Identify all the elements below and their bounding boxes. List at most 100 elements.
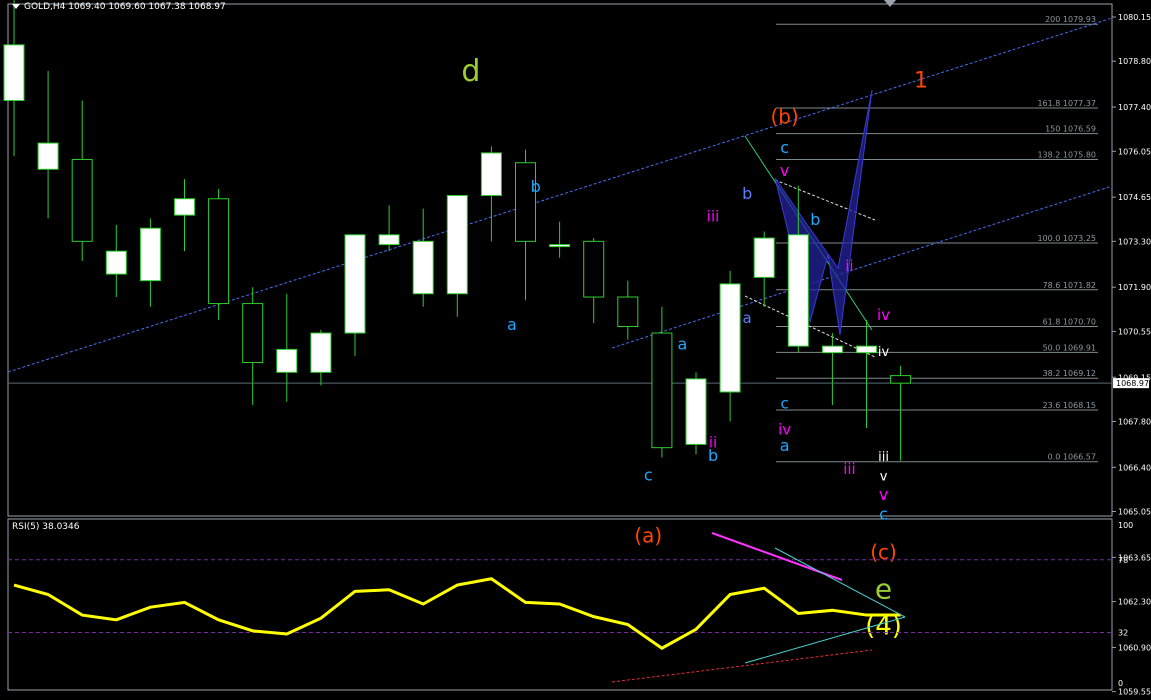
rsi-value: 38.0346 — [42, 522, 80, 532]
candle-bullish — [412, 240, 434, 295]
candle-bullish — [105, 250, 127, 275]
candle-bullish — [821, 345, 843, 354]
chart-canvas: 1080.15 1078.80 1077.40 1076.05 1074.65 1073.… — [3, 0, 1151, 697]
rsi-support-line — [611, 649, 873, 683]
wave-label: iii — [707, 208, 720, 226]
wave-label: a — [677, 334, 687, 353]
wave-label: (b) — [771, 104, 799, 128]
candle-bearish — [242, 303, 264, 364]
wave-label: (a) — [634, 524, 662, 548]
rsi-tick-label: 100 — [1118, 521, 1133, 530]
candle-bearish — [515, 162, 536, 242]
wave-label: b — [708, 446, 718, 465]
fib-level-label: 61.8 1070.70 — [1043, 317, 1096, 326]
candle-bullish — [753, 237, 775, 278]
close-value: 1068.97 — [188, 2, 226, 12]
candle-bearish — [71, 158, 93, 242]
wave-label: c — [781, 394, 789, 412]
price-tick-label: 1066.40 — [1118, 463, 1151, 472]
fib-level-label: 200 1079.93 — [1045, 15, 1096, 24]
price-tick-label: 1065.05 — [1118, 508, 1151, 517]
candle-bullish — [549, 244, 571, 248]
wave-label: iv — [878, 345, 890, 360]
candle-bullish — [3, 44, 25, 102]
candle-bullish — [480, 152, 502, 196]
wave-label: v — [780, 161, 789, 180]
wave-label: iv — [877, 306, 890, 324]
candle-bullish — [719, 283, 741, 393]
wave-label: v — [880, 469, 888, 484]
candle-bearish — [583, 240, 605, 298]
wave-label: b — [742, 184, 752, 203]
price-tick-label: 1067.80 — [1118, 417, 1151, 426]
lower-channel-line — [611, 185, 1113, 349]
price-tick-label: 1076.05 — [1118, 147, 1151, 156]
candle-bullish — [446, 194, 468, 295]
candle-bullish — [856, 345, 877, 354]
fib-level-label: 23.6 1068.15 — [1043, 401, 1096, 410]
price-tick-label: 1060.90 — [1118, 643, 1151, 652]
upper-channel-line — [7, 17, 1113, 373]
price-tick-label: 1062.30 — [1118, 598, 1151, 607]
current-price-tag-label: 1068.97 — [1116, 379, 1149, 388]
price-tick-label: 1071.90 — [1118, 283, 1151, 292]
candle-bearish — [617, 296, 639, 327]
wave-label: a — [507, 315, 517, 334]
symbol-header: GOLD,H4 1069.40 1069.60 1067.38 1068.97 — [12, 2, 226, 12]
main-panel-frame — [7, 3, 1113, 517]
candle-bullish — [310, 332, 332, 373]
wave-label: iii — [843, 460, 856, 478]
rsi-tick-label: 0 — [1118, 679, 1123, 688]
fib-level-label: 150 1076.59 — [1045, 125, 1096, 134]
fib-level-label: 161.8 1077.37 — [1037, 99, 1096, 108]
fib-level-label: 78.6 1071.82 — [1043, 281, 1096, 290]
fib-level-label: 100.0 1073.25 — [1037, 234, 1096, 243]
low-value: 1067.38 — [148, 2, 186, 12]
candle-bearish — [890, 375, 912, 384]
open-value: 1069.40 — [68, 2, 106, 12]
candle-bullish — [787, 234, 809, 347]
fib-level-label: 38.2 1069.12 — [1043, 369, 1096, 378]
wave-label: c — [879, 505, 888, 524]
candle-bullish — [139, 227, 161, 282]
wave-label: b — [810, 210, 820, 229]
wave-label: a — [780, 436, 790, 455]
wave-label: e — [875, 572, 892, 605]
fib-level-label: 50.0 1069.91 — [1043, 343, 1096, 352]
price-tick-label: 1078.80 — [1118, 57, 1151, 66]
candle-bullish — [378, 234, 400, 246]
wave-label: c — [780, 138, 789, 157]
rsi-header: RSI(5) 38.0346 — [12, 522, 79, 532]
high-value: 1069.60 — [108, 2, 146, 12]
price-tick-label: 1070.55 — [1118, 327, 1151, 336]
price-tick-label: 1077.40 — [1118, 103, 1151, 112]
rsi-tick-label: 78 — [1118, 556, 1128, 565]
candle-bearish — [208, 198, 230, 305]
wave-label: 1 — [914, 68, 928, 93]
wave-label: iii — [878, 450, 889, 465]
candle-bullish — [37, 142, 59, 170]
candle-bullish — [344, 234, 366, 334]
rsi-label: RSI(5) — [12, 522, 40, 532]
wave-label: c — [644, 465, 653, 484]
price-tick-label: 1074.65 — [1118, 193, 1151, 202]
dropdown-triangle-icon[interactable] — [12, 4, 20, 9]
candle-bullish — [174, 198, 195, 216]
wave-label: d — [461, 54, 480, 89]
wave-label: v — [879, 485, 888, 504]
rsi-tick-label: 32 — [1118, 628, 1128, 637]
fib-level-label: 0.0 1066.57 — [1048, 453, 1096, 462]
price-tick-label: 1080.15 — [1118, 13, 1151, 22]
fib-level-label: 138.2 1075.80 — [1037, 150, 1096, 159]
candle-bullish — [276, 348, 298, 373]
symbol-label: GOLD,H4 — [24, 2, 66, 12]
candle-bearish — [651, 332, 673, 449]
wave-label: b — [531, 177, 541, 196]
wave-label: ii — [845, 257, 853, 275]
wave-label: a — [743, 309, 752, 327]
price-tick-label: 1073.30 — [1118, 237, 1151, 246]
candle-bullish — [685, 378, 707, 445]
price-tick-label: 1059.55 — [1118, 688, 1151, 697]
rsi-line — [13, 577, 901, 651]
wave-label: (c) — [870, 540, 897, 564]
